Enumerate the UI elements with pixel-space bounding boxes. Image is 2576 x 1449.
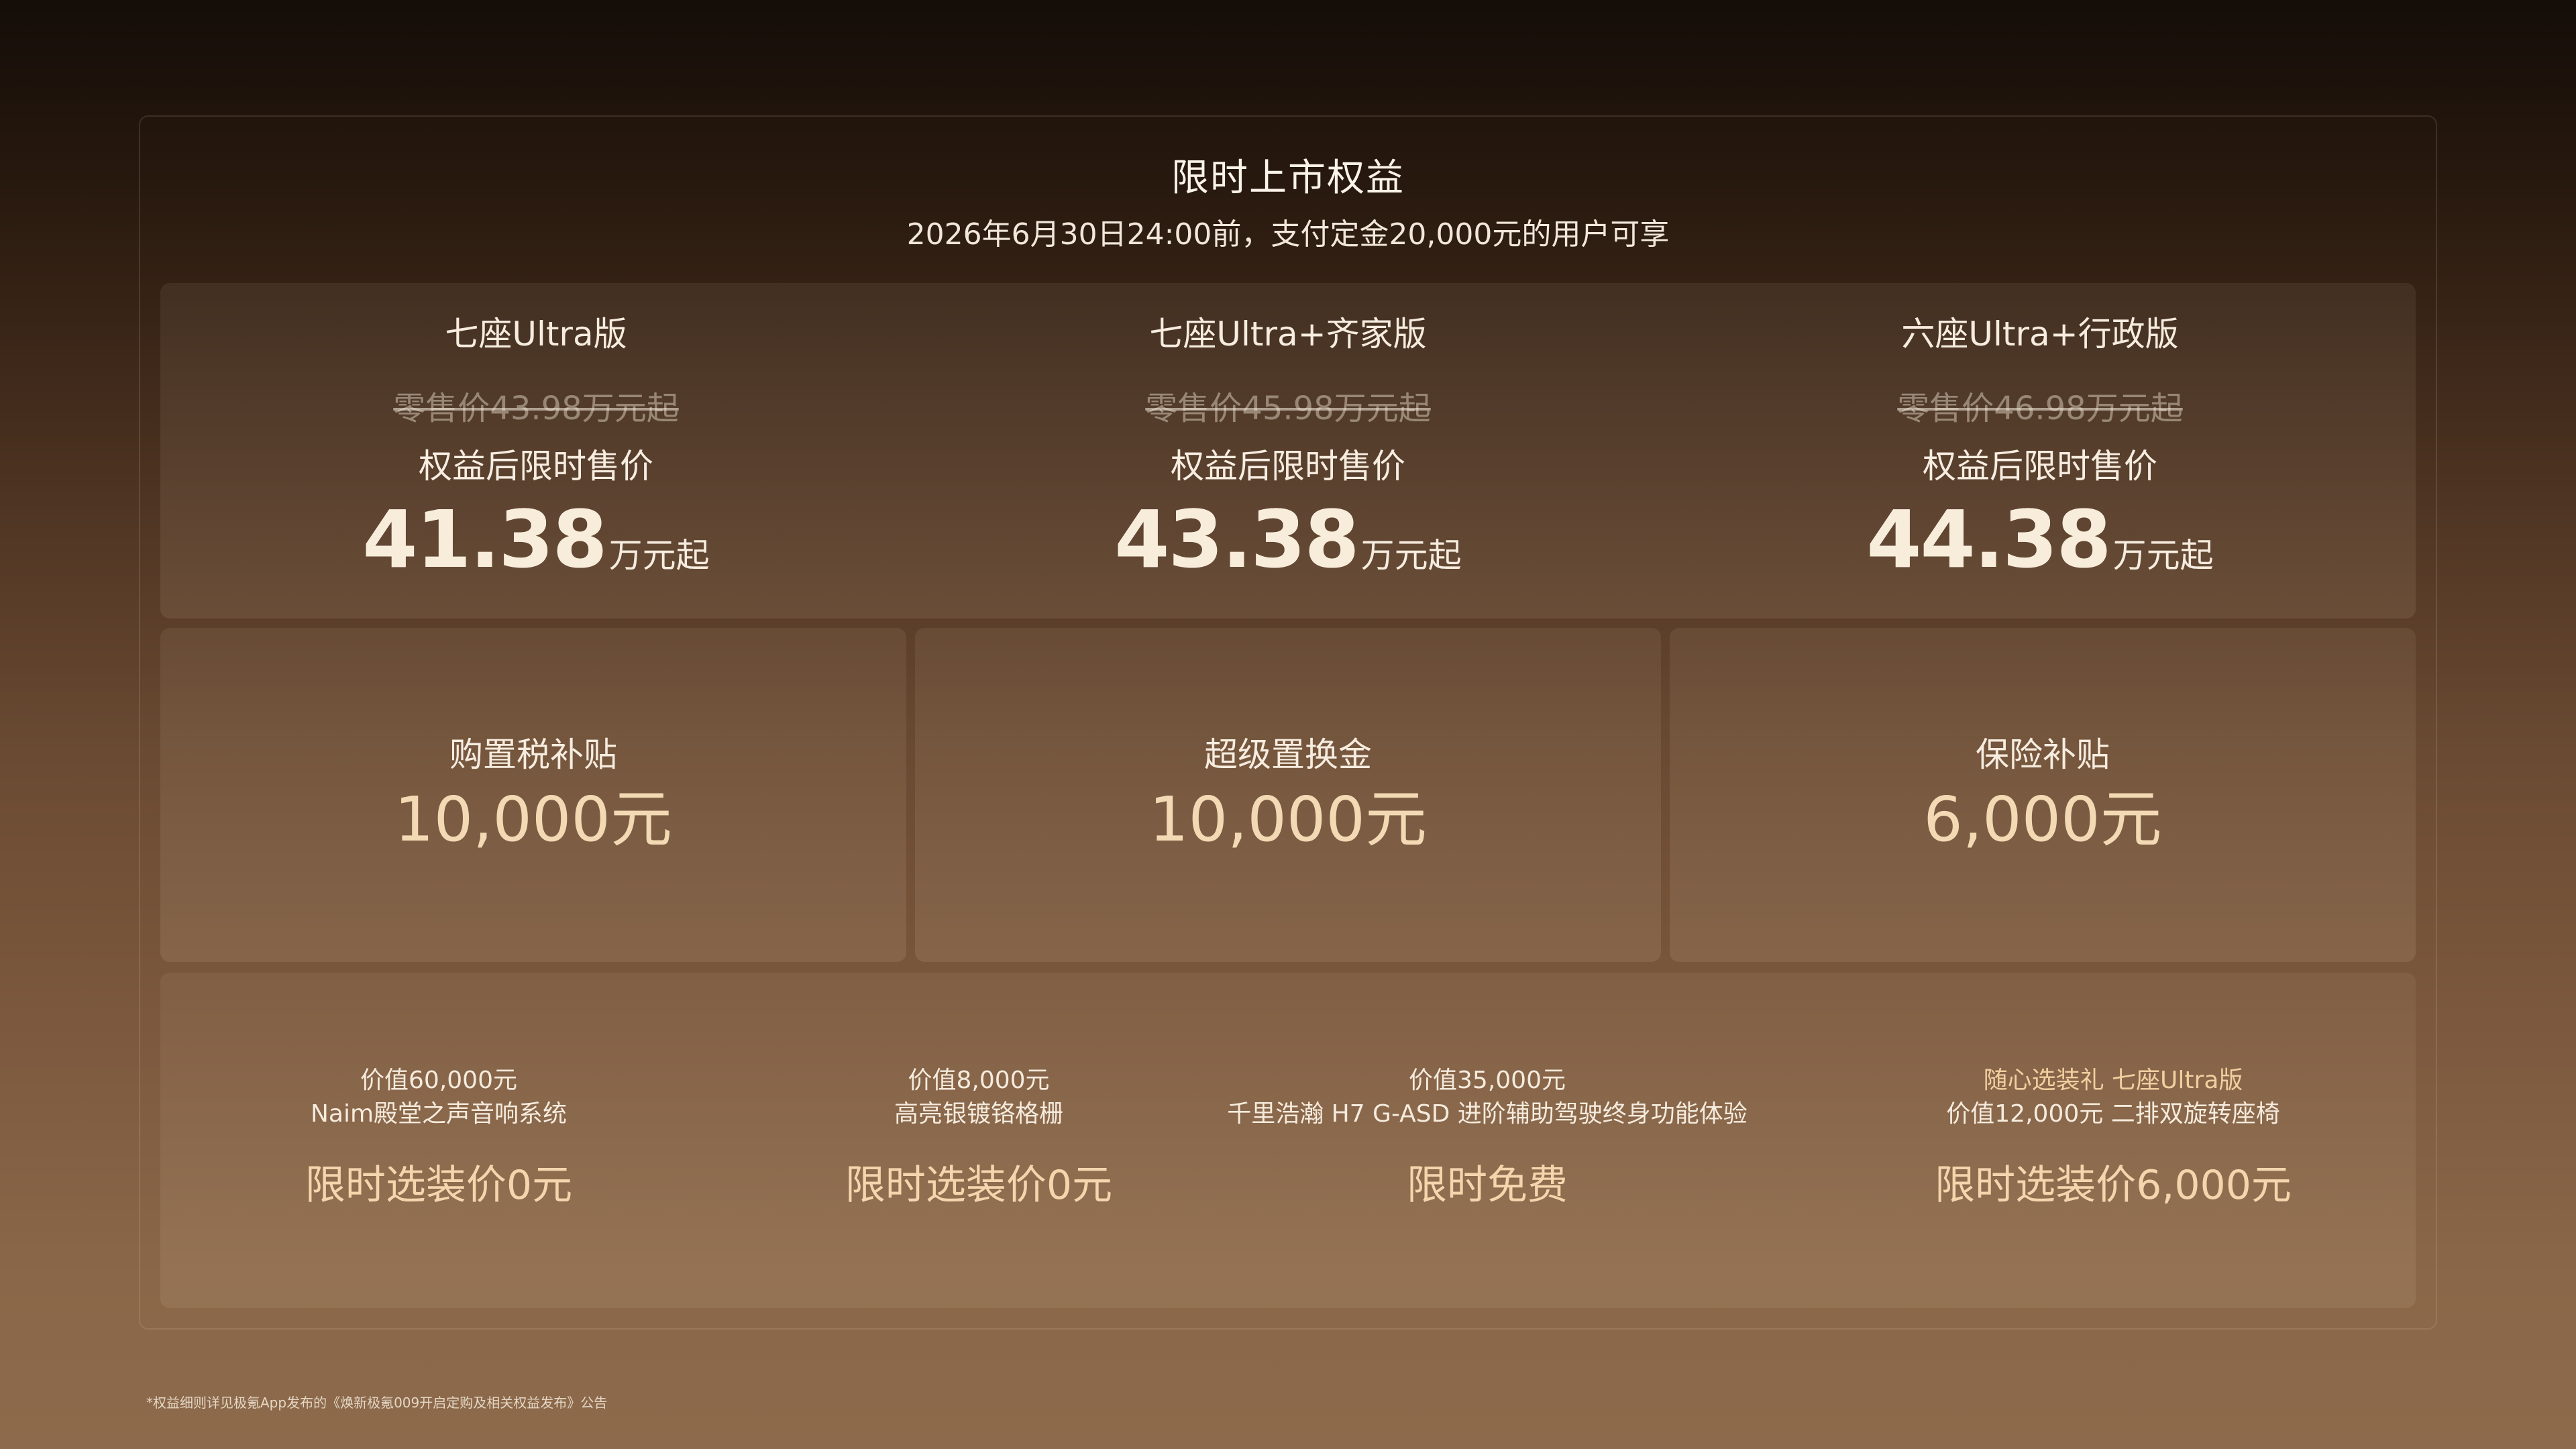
- option-audio: 价值60,000元 Naim殿堂之声音响系统 限时选装价0元: [160, 973, 717, 1308]
- options-card: 价值60,000元 Naim殿堂之声音响系统 限时选装价0元 价值8,000元 …: [160, 973, 2416, 1308]
- panel-header: 限时上市权益 2026年6月30日24:00前，支付定金20,000元的用户可享: [140, 152, 2436, 255]
- option-name: 千里浩瀚 H7 G-ASD 进阶辅助驾驶终身功能体验: [1227, 1100, 1748, 1128]
- version-column-2: 七座Ultra+齐家版 零售价45.98万元起 权益后限时售价 43.38万元起: [912, 283, 1664, 619]
- subsidy-name: 超级置换金: [1204, 735, 1372, 774]
- option-gift-label: 随心选装礼 七座Ultra版: [1983, 1067, 2243, 1094]
- limited-price-label: 权益后限时售价: [1923, 447, 2157, 486]
- option-driving-assist: 价值35,000元 千里浩瀚 H7 G-ASD 进阶辅助驾驶终身功能体验 限时免…: [1152, 973, 1823, 1308]
- footnote: *权益细则详见极氪App发布的《焕新极氪009开启定购及相关权益发布》公告: [146, 1395, 608, 1411]
- version-name: 七座Ultra+齐家版: [1149, 315, 1427, 354]
- option-seats: 随心选装礼 七座Ultra版 价值12,000元 二排双旋转座椅 限时选装价6,…: [1824, 973, 2402, 1308]
- version-column-1: 七座Ultra版 零售价43.98万元起 权益后限时售价 41.38万元起: [160, 283, 912, 619]
- option-value: 价值60,000元: [360, 1067, 517, 1094]
- option-name: Naim殿堂之声音响系统: [310, 1100, 568, 1128]
- limited-price-unit: 万元起: [608, 536, 710, 575]
- page-subtitle: 2026年6月30日24:00前，支付定金20,000元的用户可享: [906, 217, 1670, 252]
- retail-price: 零售价45.98万元起: [1145, 390, 1431, 427]
- subsidy-amount: 10,000元: [1149, 784, 1427, 855]
- subsidy-amount: 10,000元: [394, 784, 672, 855]
- limited-price-unit: 万元起: [2112, 536, 2214, 575]
- limited-price-value: 44.38: [1866, 493, 2111, 586]
- subsidy-name: 购置税补贴: [449, 735, 617, 774]
- retail-price: 零售价43.98万元起: [393, 390, 679, 427]
- limited-price-value: 43.38: [1114, 493, 1359, 586]
- price-card: 七座Ultra版 零售价43.98万元起 权益后限时售价 41.38万元起 七座…: [160, 283, 2416, 619]
- retail-price: 零售价46.98万元起: [1897, 390, 2183, 427]
- limited-price: 41.38万元起: [160, 492, 912, 610]
- limited-price-value: 41.38: [362, 493, 607, 586]
- option-deal: 限时免费: [1407, 1162, 1568, 1209]
- version-column-3: 六座Ultra+行政版 零售价46.98万元起 权益后限时售价 44.38万元起: [1664, 283, 2416, 619]
- option-deal: 限时选装价6,000元: [1935, 1162, 2292, 1209]
- limited-price-unit: 万元起: [1360, 536, 1462, 575]
- subsidy-card-insurance: 保险补贴 6,000元: [1670, 628, 2416, 962]
- subsidy-card-purchase-tax: 购置税补贴 10,000元: [160, 628, 906, 962]
- limited-price: 43.38万元起: [912, 492, 1664, 610]
- limited-price-label: 权益后限时售价: [419, 447, 653, 486]
- limited-price-label: 权益后限时售价: [1171, 447, 1405, 486]
- version-name: 七座Ultra版: [445, 315, 627, 354]
- subsidy-name: 保险补贴: [1976, 735, 2110, 774]
- subsidy-amount: 6,000元: [1923, 784, 2162, 855]
- option-value: 价值35,000元: [1409, 1067, 1566, 1094]
- option-deal: 限时选装价0元: [305, 1162, 573, 1209]
- limited-price: 44.38万元起: [1664, 492, 2416, 610]
- page-title: 限时上市权益: [1171, 156, 1405, 200]
- option-name: 价值12,000元 二排双旋转座椅: [1946, 1100, 2280, 1128]
- subsidy-card-trade-in: 超级置换金 10,000元: [915, 628, 1661, 962]
- version-name: 六座Ultra+行政版: [1901, 315, 2179, 354]
